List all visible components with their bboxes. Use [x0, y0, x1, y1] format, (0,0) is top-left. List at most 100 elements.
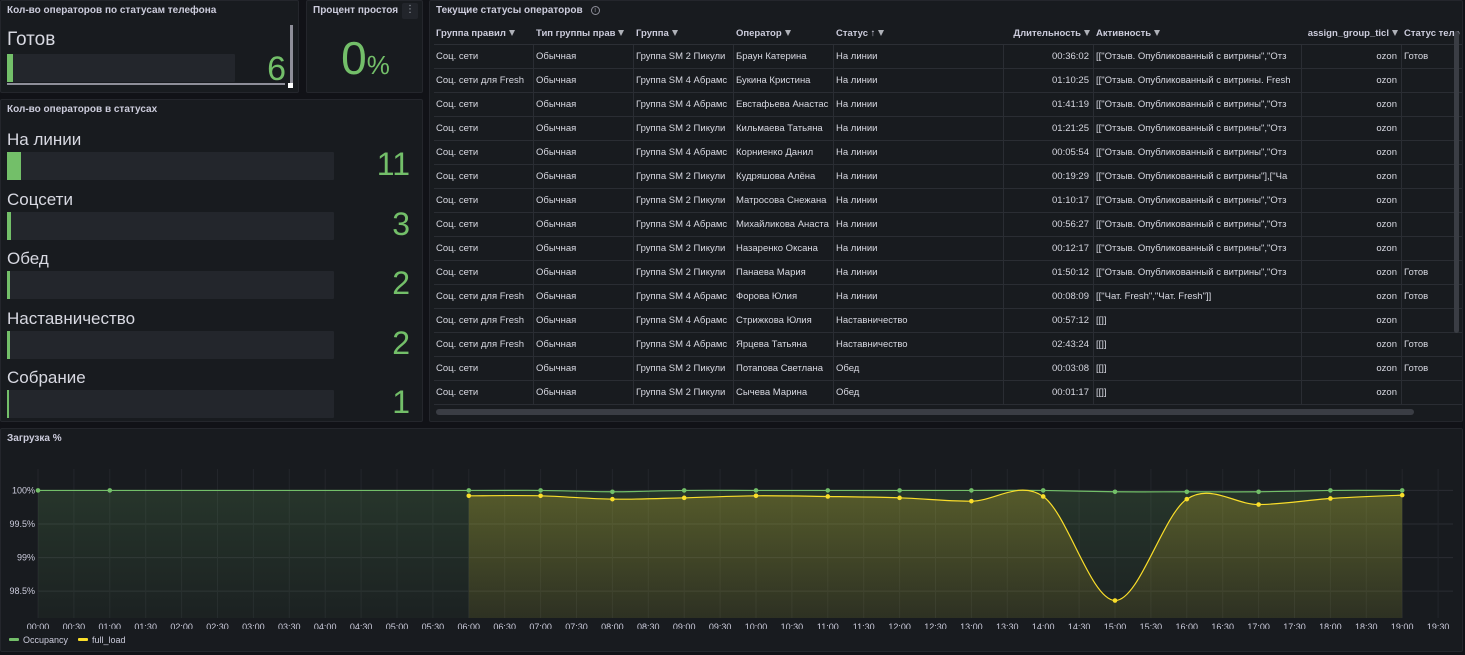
column-header[interactable]: Тип группы прав [534, 23, 634, 45]
table-row[interactable]: Соц. сети Обычная Группа SM 2 Пикули Сычева… [434, 381, 1462, 405]
table-cell: 01:10:25 [1004, 69, 1094, 93]
table-row[interactable]: Соц. сети для Fresh Обычная Группа SM 4 Аб… [434, 333, 1462, 357]
vertical-scrollbar[interactable] [1454, 31, 1459, 333]
table-row[interactable]: Соц. сети Обычная Группа SM 4 Абрамс Евстаф… [434, 93, 1462, 117]
status-bar [7, 390, 334, 418]
phone-status-bar-fill [7, 54, 13, 82]
table-cell: ozon [1302, 213, 1402, 237]
table-row[interactable]: Соц. сети Обычная Группа SM 2 Пикули Браун … [434, 45, 1462, 69]
table-cell: 00:01:17 [1004, 381, 1094, 405]
data-point [466, 493, 472, 499]
data-point [897, 488, 902, 493]
data-point [1256, 489, 1261, 495]
table-cell: [["Отзыв. Опубликованный с витрины","Отз [1094, 237, 1302, 261]
table-cell: Матросова Снежана [734, 189, 834, 213]
table-cell: [["Отзыв. Опубликованный с витрины","Отз [1094, 213, 1302, 237]
column-header[interactable]: Оператор [734, 23, 834, 45]
column-header[interactable]: Группа [634, 23, 734, 45]
x-tick-label: 02:30 [206, 622, 229, 629]
horizontal-scrollbar[interactable] [436, 409, 1414, 415]
table-cell: [["Отзыв. Опубликованный с витрины","Отз [1094, 261, 1302, 285]
resize-handle[interactable] [290, 25, 293, 87]
table-cell: Группа SM 2 Пикули [634, 165, 734, 189]
status-label: На линии [7, 130, 82, 149]
data-point [1112, 598, 1118, 603]
column-header[interactable]: assign_group_ticl [1302, 23, 1402, 45]
table-cell: 01:41:19 [1004, 93, 1094, 117]
column-header[interactable]: Группа правил [434, 23, 534, 45]
filter-icon[interactable] [508, 30, 515, 36]
table-row[interactable]: Соц. сети для Fresh Обычная Группа SM 4 Аб… [434, 309, 1462, 333]
legend-label: Occupancy [23, 635, 69, 645]
table-cell: Кудряшова Алёна [734, 165, 834, 189]
table-cell: [["Отзыв. Опубликованный с витрины. Fres… [1094, 69, 1302, 93]
x-tick-label: 15:30 [1140, 622, 1163, 629]
table-cell: 00:36:02 [1004, 45, 1094, 69]
table-cell: Обычная [534, 93, 634, 117]
data-point [35, 488, 41, 493]
info-icon[interactable]: i [590, 6, 600, 15]
table-cell: Наставничество [834, 309, 1004, 333]
filter-icon[interactable] [784, 30, 791, 36]
table-row[interactable]: Соц. сети Обычная Группа SM 4 Абрамс Корние… [434, 141, 1462, 165]
table-row[interactable]: Соц. сети Обычная Группа SM 2 Пикули Матрос… [434, 189, 1462, 213]
x-tick-label: 18:30 [1355, 622, 1378, 629]
filter-icon[interactable] [1084, 30, 1090, 36]
data-point [1256, 502, 1261, 507]
filter-icon[interactable] [618, 30, 625, 36]
table-row[interactable]: Соц. сети Обычная Группа SM 4 Абрамс Михайл… [434, 213, 1462, 237]
filter-icon[interactable] [878, 30, 885, 36]
table-row[interactable]: Соц. сети Обычная Группа SM 2 Пикули Назаре… [434, 237, 1462, 261]
phone-status-bar [7, 54, 235, 82]
x-tick-label: 18:00 [1319, 622, 1342, 629]
data-point [825, 494, 831, 499]
table-row[interactable]: Соц. сети для Fresh Обычная Группа SM 4 Аб… [434, 285, 1462, 309]
table-row[interactable]: Соц. сети Обычная Группа SM 2 Пикули Потапо… [434, 357, 1462, 381]
column-header[interactable]: Активность [1094, 23, 1302, 45]
x-tick-label: 07:30 [565, 622, 588, 629]
x-tick-label: 12:00 [888, 622, 911, 629]
data-point [107, 488, 113, 493]
table-cell: Панаева Мария [734, 261, 834, 285]
filter-icon[interactable] [1154, 30, 1161, 36]
table-cell: Обычная [534, 165, 634, 189]
status-bar [7, 211, 334, 240]
status-bar [7, 152, 334, 180]
table-cell: Группа SM 4 Абрамс [634, 141, 734, 165]
legend-item[interactable]: full_load [78, 635, 126, 645]
table-cell: ozon [1302, 189, 1402, 213]
resize-corner[interactable] [288, 83, 293, 88]
panel-menu-icon[interactable]: ⋮ [402, 3, 418, 19]
x-tick-label: 06:00 [458, 622, 481, 629]
sort-asc-icon[interactable]: ↑ [868, 28, 876, 39]
table-cell: [["Отзыв. Опубликованный с витрины","Отз [1094, 141, 1302, 165]
filter-icon[interactable] [671, 30, 678, 36]
x-tick-label: 17:00 [1247, 622, 1270, 629]
table-cell: Группа SM 4 Абрамс [634, 285, 734, 309]
status-label: Соцсети [7, 189, 73, 209]
column-header[interactable]: Статус ↑ [834, 23, 1004, 45]
table-cell: Кильмаева Татьяна [734, 117, 834, 141]
table-cell: Обычная [534, 309, 634, 333]
table-row[interactable]: Соц. сети для Fresh Обычная Группа SM 4 Аб… [434, 69, 1462, 93]
table-cell: ozon [1302, 261, 1402, 285]
table-row[interactable]: Соц. сети Обычная Группа SM 2 Пикули Кудряш… [434, 165, 1462, 189]
x-tick-label: 06:30 [493, 622, 516, 629]
x-tick-label: 09:30 [709, 622, 732, 629]
table-cell: Соц. сети для Fresh [434, 285, 534, 309]
table-cell: Группа SM 4 Абрамс [634, 93, 734, 117]
table-row[interactable]: Соц. сети Обычная Группа SM 2 Пикули Кильма… [434, 117, 1462, 141]
filter-icon[interactable] [1392, 30, 1398, 36]
x-tick-label: 00:30 [63, 622, 86, 629]
x-tick-label: 17:30 [1283, 622, 1306, 629]
y-tick-label: 99.5% [9, 519, 35, 529]
operator-status-title: Кол-во операторов в статусах [7, 104, 158, 115]
x-tick-label: 10:00 [745, 622, 768, 629]
column-header[interactable]: Длительность [1004, 23, 1094, 45]
legend-item[interactable]: Occupancy [9, 635, 68, 645]
table-row[interactable]: Соц. сети Обычная Группа SM 2 Пикули Панаев… [434, 261, 1462, 285]
x-tick-label: 01:00 [99, 622, 122, 629]
table-cell: ozon [1302, 309, 1402, 333]
table-cell: Форова Юлия [734, 285, 834, 309]
status-label: Обед [7, 249, 49, 268]
